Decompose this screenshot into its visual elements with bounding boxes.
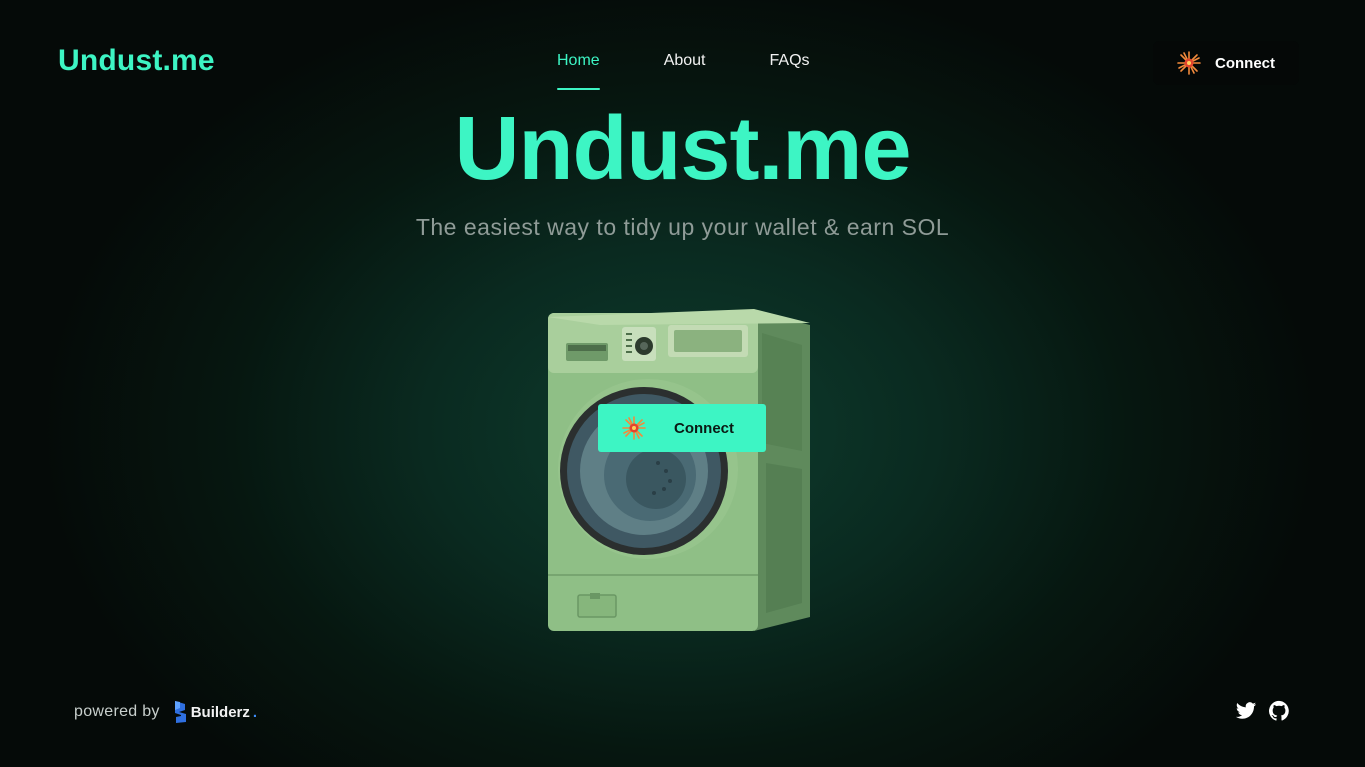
header-connect-button[interactable]: Connect (1153, 41, 1299, 85)
hero-connect-label: Connect (674, 419, 734, 437)
phantom-spark-icon (1177, 51, 1201, 75)
nav-home[interactable]: Home (557, 52, 600, 90)
hero-title: Undust.me (454, 99, 911, 199)
main-nav: Home About FAQs (557, 52, 810, 92)
powered-by: powered by Builderz. (74, 700, 257, 724)
github-icon[interactable] (1268, 700, 1290, 722)
twitter-icon[interactable] (1235, 700, 1257, 722)
washing-machine-illustration (548, 309, 810, 631)
nav-about[interactable]: About (664, 52, 706, 90)
builderz-logo-icon (174, 701, 186, 723)
builderz-wordmark: Builderz (190, 703, 250, 721)
site-logo[interactable]: Undust.me (58, 44, 215, 78)
social-links (1235, 700, 1290, 722)
nav-faqs[interactable]: FAQs (770, 52, 810, 90)
phantom-spark-icon (622, 416, 646, 440)
builderz-dot: . (252, 703, 258, 721)
builderz-link[interactable]: Builderz. (174, 700, 257, 724)
header-connect-label: Connect (1215, 54, 1275, 72)
hero-subtitle: The easiest way to tidy up your wallet &… (415, 214, 950, 240)
powered-by-text: powered by (74, 703, 160, 720)
hero-connect-button[interactable]: Connect (598, 404, 766, 452)
